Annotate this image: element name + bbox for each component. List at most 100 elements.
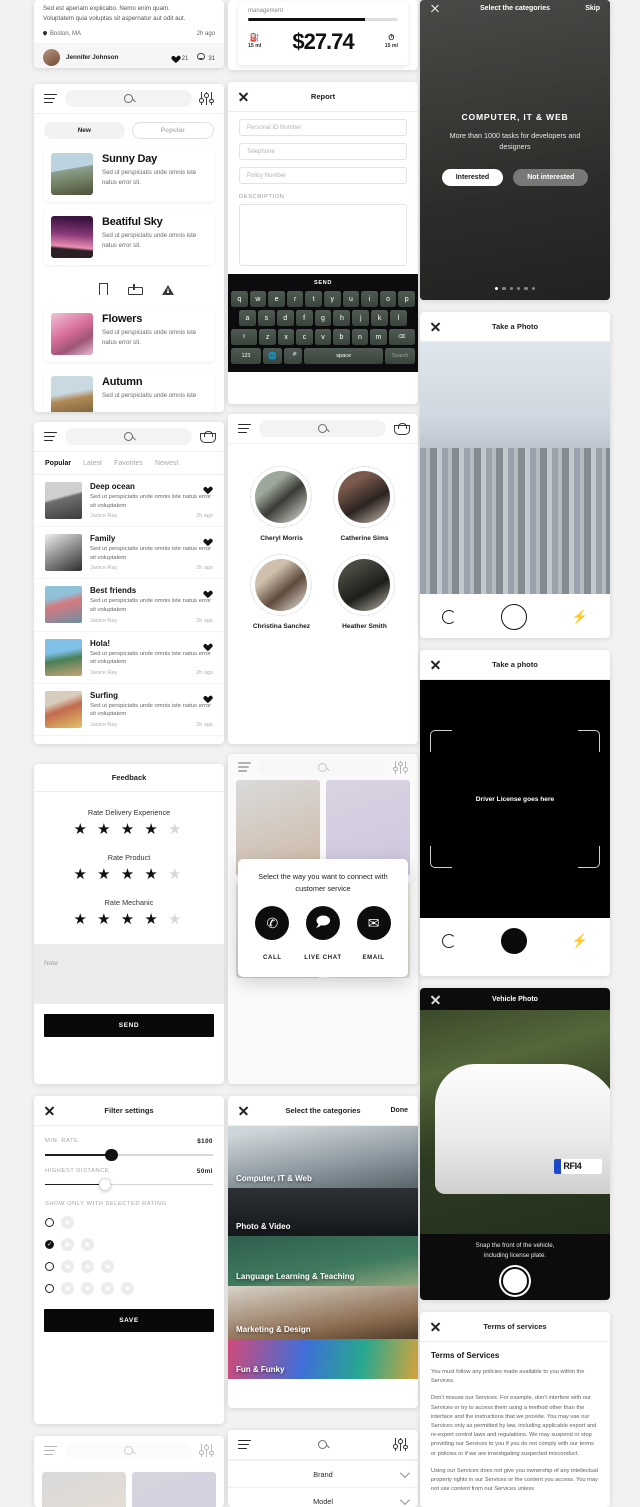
note-input[interactable]: Note <box>34 944 224 1004</box>
key-w[interactable]: w <box>249 291 267 307</box>
search-input[interactable] <box>65 90 192 107</box>
key-d[interactable]: d <box>276 310 294 326</box>
heart-icon[interactable] <box>202 641 210 648</box>
space-key[interactable]: space <box>304 348 384 364</box>
feed-card[interactable]: Autumn Sed ut perspiciatis unde omnis ist… <box>44 369 214 412</box>
key-a[interactable]: a <box>239 310 256 326</box>
key-y[interactable]: y <box>324 291 341 307</box>
close-icon[interactable] <box>238 1105 249 1116</box>
close-icon[interactable] <box>44 1105 55 1116</box>
call-option[interactable]: ✆ CALL <box>255 906 290 964</box>
feed-card[interactable]: Beatiful Sky Sed ut perspiciatis unde omn… <box>44 209 214 265</box>
rating-stars-mechanic[interactable]: ★ ★ ★ ★ ★ <box>34 912 224 927</box>
telephone-field[interactable]: Telephone <box>239 143 407 160</box>
key-l[interactable]: l <box>390 310 408 326</box>
key-r[interactable]: r <box>286 291 304 307</box>
tab-latest[interactable]: Latest <box>83 460 102 467</box>
globe-key[interactable]: 🌐 <box>262 348 282 364</box>
tab-favorites[interactable]: Favorites <box>114 460 143 467</box>
tab-popular[interactable]: Popular <box>45 460 71 467</box>
rating-option-row[interactable]: ★ ★ <box>34 1229 224 1251</box>
rating-option-row[interactable]: ★ ★ ★ <box>34 1251 224 1273</box>
list-item[interactable]: Family Sed ut perspiciatis unde omnis is… <box>34 527 224 580</box>
key-z[interactable]: z <box>259 329 276 345</box>
key-b[interactable]: b <box>333 329 350 345</box>
close-icon[interactable] <box>430 321 441 332</box>
dot-3[interactable] <box>509 286 513 290</box>
dot-6[interactable] <box>531 286 536 290</box>
menu-icon[interactable] <box>44 431 57 442</box>
list-item[interactable]: Surfing Sed ut perspiciatis unde omnis i… <box>34 684 224 736</box>
flip-camera-icon[interactable] <box>442 610 457 624</box>
basket-icon[interactable] <box>394 422 410 435</box>
search-key[interactable]: Search <box>385 348 415 364</box>
feed-card[interactable]: Sunny Day Sed ut perspiciatis unde omnis … <box>44 146 214 202</box>
flip-camera-icon[interactable] <box>442 934 457 948</box>
dot-2[interactable] <box>502 286 506 290</box>
gallery-tile[interactable] <box>132 1472 216 1507</box>
flash-icon[interactable]: ⚡ <box>571 609 587 625</box>
rating-stars-delivery[interactable]: ★ ★ ★ ★ ★ <box>34 822 224 837</box>
dot-1[interactable] <box>494 286 499 290</box>
email-option[interactable]: ✉ EMAIL <box>356 906 391 964</box>
rating-stars-product[interactable]: ★ ★ ★ ★ ★ <box>34 867 224 882</box>
contact-item[interactable]: Catherine Sims <box>326 466 402 542</box>
close-icon[interactable] <box>430 659 441 670</box>
filter-icon[interactable] <box>199 1444 214 1457</box>
dot-4[interactable] <box>517 286 521 290</box>
contact-item[interactable]: Christina Sanchez <box>243 554 319 630</box>
rating-option-row[interactable]: ★ <box>34 1207 224 1229</box>
key-h[interactable]: h <box>333 310 351 326</box>
report-icon[interactable] <box>161 284 174 295</box>
heart-icon[interactable] <box>202 693 210 700</box>
key-t[interactable]: t <box>305 291 322 307</box>
min-rate-slider[interactable] <box>45 1148 213 1161</box>
comment-count[interactable]: 31 <box>197 53 215 62</box>
rating-option-row[interactable]: ★ ★ ★ ★ <box>34 1273 224 1295</box>
filter-icon[interactable] <box>393 760 408 774</box>
bookmark-icon[interactable] <box>98 283 109 300</box>
like-count[interactable]: 21 <box>171 53 189 62</box>
category-item[interactable]: Photo & Video <box>228 1188 418 1236</box>
radio-4-star[interactable] <box>45 1284 54 1293</box>
feed-card[interactable]: Flowers Sed ut perspiciatis unde omnis is… <box>44 306 214 362</box>
shift-key[interactable]: ⇧ <box>231 329 258 345</box>
brand-select[interactable]: Brand <box>228 1460 418 1487</box>
flash-icon[interactable]: ⚡ <box>571 933 587 949</box>
close-icon[interactable] <box>238 91 249 102</box>
search-input[interactable] <box>259 758 386 776</box>
key-g[interactable]: g <box>314 310 332 326</box>
menu-icon[interactable] <box>44 1445 57 1456</box>
mic-key[interactable]: 🎤 <box>283 348 303 364</box>
search-input[interactable] <box>65 1442 192 1459</box>
key-f[interactable]: f <box>295 310 313 326</box>
search-input[interactable] <box>259 1436 386 1453</box>
distance-slider[interactable] <box>45 1178 213 1191</box>
key-e[interactable]: e <box>268 291 285 307</box>
list-item[interactable]: Best friends Sed ut perspiciatis unde om… <box>34 579 224 632</box>
filter-icon[interactable] <box>393 1438 408 1451</box>
key-v[interactable]: v <box>314 329 332 345</box>
menu-icon[interactable] <box>238 423 251 434</box>
heart-icon[interactable] <box>202 536 210 543</box>
slider-handle[interactable] <box>98 1178 112 1191</box>
interested-button[interactable]: Interested <box>441 169 504 186</box>
key-q[interactable]: q <box>231 291 248 307</box>
description-textarea[interactable] <box>239 204 407 266</box>
key-s[interactable]: s <box>257 310 275 326</box>
key-u[interactable]: u <box>342 291 360 307</box>
policy-number-field[interactable]: Policy Number <box>239 167 407 184</box>
key-p[interactable]: p <box>398 291 415 307</box>
menu-icon[interactable] <box>238 1439 251 1450</box>
category-item[interactable]: Marketing & Design <box>228 1286 418 1339</box>
save-button[interactable]: SAVE <box>44 1309 214 1332</box>
menu-icon[interactable] <box>44 93 57 104</box>
filter-icon[interactable] <box>199 92 214 105</box>
shutter-button[interactable] <box>501 1267 529 1295</box>
key-k[interactable]: k <box>371 310 389 326</box>
tab-popular[interactable]: Popular <box>131 122 214 139</box>
shutter-button[interactable] <box>500 604 527 630</box>
done-button[interactable]: Done <box>391 1107 409 1114</box>
radio-3-star[interactable] <box>45 1262 54 1271</box>
category-item[interactable]: Language Learning & Teaching <box>228 1236 418 1286</box>
